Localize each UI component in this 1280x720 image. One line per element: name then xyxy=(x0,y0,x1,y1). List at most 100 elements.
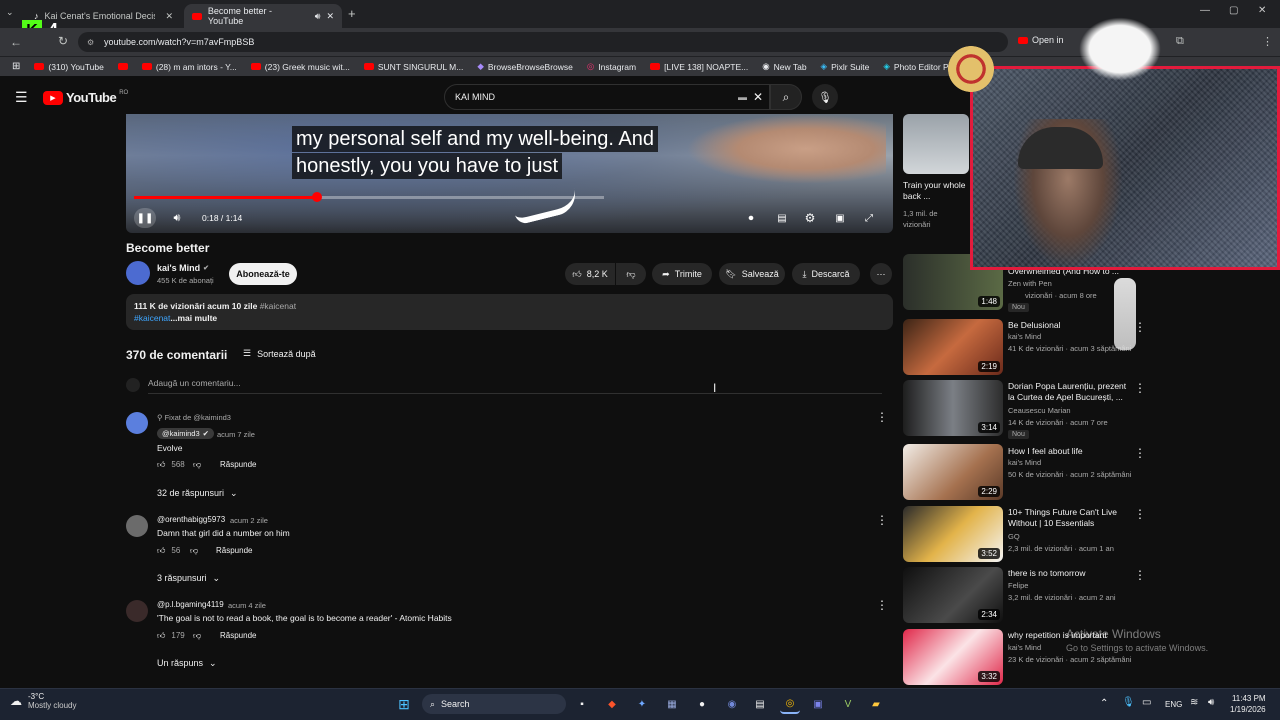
related-menu-icon[interactable]: ⋮ xyxy=(1134,568,1146,582)
new-tab-button[interactable]: + xyxy=(348,6,356,21)
related-menu-icon[interactable]: ⋮ xyxy=(1134,381,1146,395)
keyboard-icon[interactable]: ▬ xyxy=(738,92,747,102)
search-button[interactable]: ⌕ xyxy=(770,84,802,110)
site-info-icon[interactable]: ⚙ xyxy=(87,38,94,47)
related-channel[interactable]: GQ xyxy=(1008,532,1020,541)
speaker-icon[interactable]: 🔊︎ xyxy=(315,11,321,22)
bookmark-item[interactable]: (310) YouTube xyxy=(34,62,104,72)
related-thumbnail[interactable]: 2:29 xyxy=(903,444,1003,500)
sort-comments-button[interactable]: ☰ Sortează după xyxy=(243,348,316,359)
comment-menu-icon[interactable]: ⋮ xyxy=(876,513,888,527)
apps-icon[interactable]: ⊞ xyxy=(12,61,20,72)
dislike-button[interactable]: 👎︎ xyxy=(616,263,646,285)
hamburger-menu-icon[interactable]: ☰ xyxy=(15,89,28,106)
fullscreen-icon[interactable]: ⤢ xyxy=(861,208,877,228)
taskbar-search[interactable]: ⌕ Search xyxy=(422,694,566,714)
discord-icon[interactable]: ◉ xyxy=(722,694,742,714)
subtitles-icon[interactable]: ▤ xyxy=(774,208,790,228)
comment-like-button[interactable]: 👍︎ 56 xyxy=(157,546,180,556)
bookmark-item[interactable]: ◈ Pixlr Suite xyxy=(821,61,870,72)
pause-button[interactable]: ❚❚ xyxy=(134,208,156,228)
related-channel[interactable]: kai's Mind xyxy=(1008,332,1041,341)
brave-icon[interactable]: ◆ xyxy=(602,694,622,714)
github-icon[interactable]: ● xyxy=(692,694,712,714)
url-field[interactable]: ⚙ youtube.com/watch?v=m7avFmpBSB xyxy=(78,32,1008,52)
related-thumbnail[interactable]: 3:52 xyxy=(903,506,1003,562)
bookmark-item[interactable]: (23) Greek music wit... xyxy=(250,62,350,72)
bookmark-item[interactable]: ◉ New Tab xyxy=(762,61,806,72)
related-title[interactable]: 10+ Things Future Can't Live Without | 1… xyxy=(1008,507,1134,529)
close-icon[interactable]: ✕ xyxy=(326,11,334,22)
chrome-icon[interactable]: ◎ xyxy=(780,694,800,714)
description-box[interactable]: 111 K de vizionări acum 10 zile #kaicena… xyxy=(126,294,893,330)
language-indicator[interactable]: ENG xyxy=(1165,700,1182,709)
weather-widget[interactable]: ☁ -3°C Mostly cloudy xyxy=(10,692,76,710)
app-v-icon[interactable]: V xyxy=(838,694,858,714)
menu-icon[interactable]: ⋮ xyxy=(1262,35,1273,48)
clear-search-icon[interactable]: ✕ xyxy=(753,90,763,104)
folder-icon[interactable]: ▰ xyxy=(866,694,886,714)
back-icon[interactable]: ← xyxy=(10,35,22,49)
tab-search-button[interactable]: ⌄ xyxy=(6,7,20,21)
wifi-icon[interactable]: ≋ xyxy=(1190,697,1198,708)
tab-become-better[interactable]: Become better - YouTube 🔊︎ ✕ xyxy=(184,4,342,28)
settings-gear-icon[interactable]: ⚙ xyxy=(802,208,818,228)
comment-like-button[interactable]: 👍︎ 179 xyxy=(157,631,185,641)
view-replies-button[interactable]: 32 de răspunsuri ⌄ xyxy=(157,488,238,499)
comment-author[interactable]: @orenthabigg5973 xyxy=(157,515,225,524)
related-title[interactable]: How I feel about life xyxy=(1008,446,1134,457)
comment-dislike-button[interactable]: 👎︎ xyxy=(193,631,201,641)
more-actions-button[interactable]: ⋯ xyxy=(870,263,892,285)
show-more-link[interactable]: ...mai multe xyxy=(170,313,217,323)
hashtag[interactable]: #kaicenat xyxy=(260,301,296,311)
window-maximize-button[interactable]: ▢ xyxy=(1229,5,1238,16)
comment-dislike-button[interactable]: 👎︎ xyxy=(190,546,198,556)
close-icon[interactable]: ✕ xyxy=(165,11,173,22)
teams-icon[interactable]: ▣ xyxy=(808,694,828,714)
tray-app-icon[interactable]: ▭ xyxy=(1142,697,1151,708)
video-player[interactable]: my personal self and my well-being. And … xyxy=(126,114,893,233)
related-channel[interactable]: kai's Mind xyxy=(1008,643,1041,652)
calculator-icon[interactable]: ▤ xyxy=(750,694,770,714)
related-thumbnail[interactable]: 2:34 xyxy=(903,567,1003,623)
voice-search-button[interactable]: 🎙︎ xyxy=(812,84,838,110)
related-thumbnail[interactable]: 2:19 xyxy=(903,319,1003,375)
related-thumbnail[interactable]: 3:14 xyxy=(903,380,1003,436)
comment-menu-icon[interactable]: ⋮ xyxy=(876,410,888,424)
reply-button[interactable]: Răspunde xyxy=(220,631,256,640)
speaker-icon[interactable]: 🔊︎ xyxy=(1208,697,1214,708)
related-thumbnail[interactable]: 3:32 xyxy=(903,629,1003,685)
add-comment-input[interactable]: Adaugă un comentariu... xyxy=(148,378,882,394)
related-thumbnail[interactable] xyxy=(903,114,969,174)
bookmark-item[interactable]: SUNT SINGURUL M... xyxy=(363,62,463,72)
start-button[interactable]: ⊞ xyxy=(394,694,414,714)
subscribe-button[interactable]: Abonează-te xyxy=(229,263,297,285)
clock[interactable]: 11:43 PM 1/19/2026 xyxy=(1230,693,1266,715)
related-menu-icon[interactable]: ⋮ xyxy=(1134,507,1146,521)
bookmark-item[interactable]: (28) m am intors - Y... xyxy=(141,62,237,72)
comment-author[interactable]: @p.l.bgaming4119 xyxy=(157,600,224,609)
open-in-app-button[interactable]: Open in xyxy=(1018,35,1064,45)
copilot-icon[interactable]: ✦ xyxy=(632,694,652,714)
task-view-icon[interactable]: ▪ xyxy=(572,694,592,714)
comment-menu-icon[interactable]: ⋮ xyxy=(876,598,888,612)
related-menu-icon[interactable]: ⋮ xyxy=(1134,446,1146,460)
bookmark-item[interactable] xyxy=(117,63,128,70)
comment-author-badge[interactable]: @kaimind3 ✔ xyxy=(157,428,214,439)
app-icon[interactable]: ▦ xyxy=(662,694,682,714)
channel-name[interactable]: kai's Mind ✔ xyxy=(157,263,209,273)
view-replies-button[interactable]: 3 răspunsuri ⌄ xyxy=(157,573,220,584)
related-title[interactable]: Train your whole back ... xyxy=(903,180,969,202)
reload-icon[interactable]: ↻ xyxy=(58,34,68,48)
download-button[interactable]: ⤓ Descarcă xyxy=(792,263,860,285)
comment-avatar[interactable] xyxy=(126,412,148,434)
microphone-icon[interactable]: 🎙︎ xyxy=(1122,697,1135,708)
search-input[interactable]: KAI MIND ▬ ✕ xyxy=(444,84,770,110)
comment-avatar[interactable] xyxy=(126,515,148,537)
window-minimize-button[interactable]: — xyxy=(1200,5,1210,16)
related-title[interactable]: Dorian Popa Laurențiu, prezent la Curtea… xyxy=(1008,381,1134,403)
bookmark-item[interactable]: ◎ Instagram xyxy=(587,61,636,72)
bookmark-item[interactable]: ◆ BrowseBrowseBrowse xyxy=(477,61,573,72)
reply-button[interactable]: Răspunde xyxy=(220,460,256,469)
related-channel[interactable]: Felipe xyxy=(1008,581,1028,590)
